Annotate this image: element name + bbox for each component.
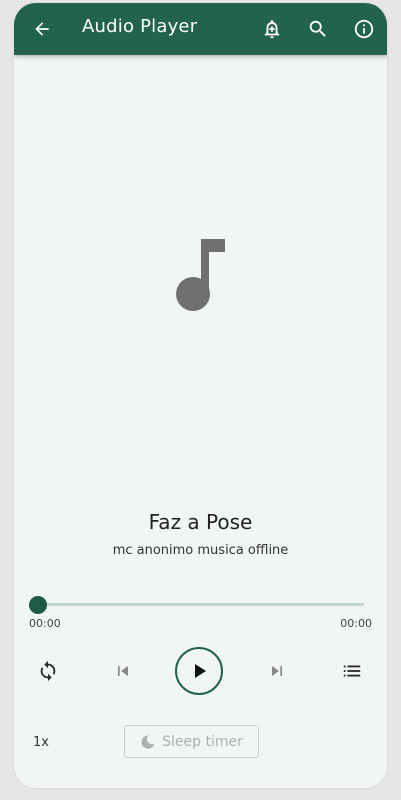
total-time: 00:00 <box>340 617 372 630</box>
moon-icon <box>140 734 156 750</box>
music-note-icon <box>176 239 226 313</box>
sleep-timer-button[interactable]: Sleep timer <box>124 725 259 758</box>
seek-rail <box>36 603 364 606</box>
app-bar: Audio Player <box>14 3 387 55</box>
next-icon[interactable] <box>265 659 289 683</box>
back-arrow-icon[interactable] <box>28 15 56 43</box>
page-title: Audio Player <box>82 16 198 37</box>
track-title: Faz a Pose <box>148 510 253 534</box>
add-alarm-bell-icon[interactable] <box>258 15 286 43</box>
seek-bar[interactable] <box>29 595 364 615</box>
playlist-icon[interactable] <box>340 659 364 683</box>
play-button[interactable] <box>175 647 223 695</box>
audio-player-screen: Audio Player Faz a Pose mc anonimo music… <box>14 3 387 788</box>
search-icon[interactable] <box>304 15 332 43</box>
seek-thumb[interactable] <box>29 596 47 614</box>
play-icon <box>187 659 211 683</box>
sleep-timer-label: Sleep timer <box>162 733 243 750</box>
previous-icon[interactable] <box>111 659 135 683</box>
track-artist: mc anonimo musica offline <box>112 543 289 558</box>
repeat-icon[interactable] <box>36 659 60 683</box>
playback-speed-button[interactable]: 1x <box>33 735 49 750</box>
info-icon[interactable] <box>350 15 378 43</box>
current-time: 00:00 <box>29 617 61 630</box>
